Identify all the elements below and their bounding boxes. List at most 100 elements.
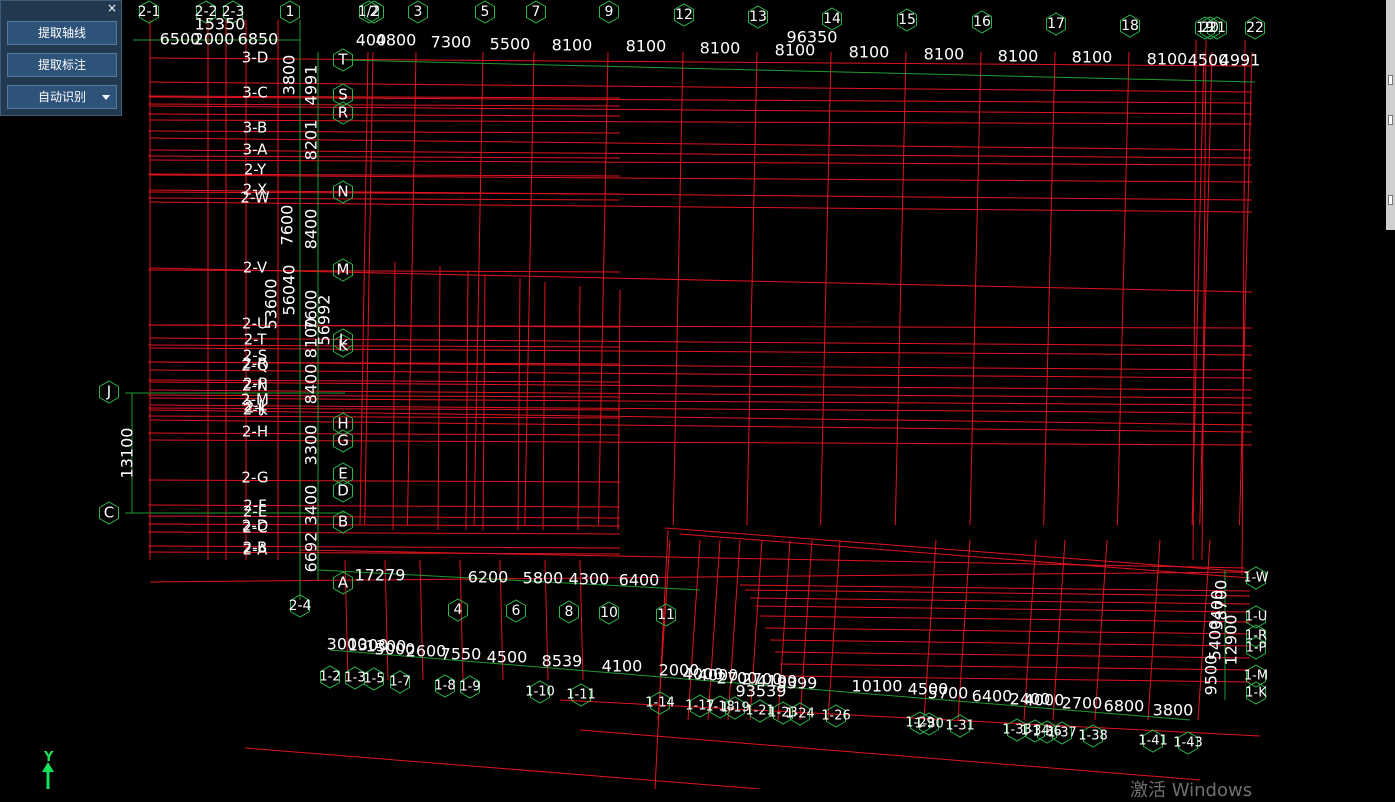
- grid-line-diagonal[interactable]: [244, 747, 761, 789]
- axis-bubble-label: 1-7: [389, 675, 410, 690]
- grid-line-vertical[interactable]: [473, 51, 484, 526]
- grid-line-horizontal[interactable]: [299, 549, 1246, 569]
- grid-line-horizontal[interactable]: [147, 515, 621, 519]
- grid-line-vertical[interactable]: [482, 273, 486, 531]
- cad-drawing-canvas[interactable]: 2-1 2-2 2-3 1 1/22 3 5 7 9 12 13 14 15 16 17 18 192021 22…: [0, 0, 1395, 789]
- dimension-text: 2700: [1062, 694, 1103, 713]
- grid-line-vertical[interactable]: [359, 51, 369, 526]
- grid-line-horizontal[interactable]: [147, 415, 621, 419]
- grid-line-vertical[interactable]: [406, 51, 417, 526]
- scroll-mark-1[interactable]: [1388, 75, 1393, 85]
- grid-line-horizontal[interactable]: [147, 379, 621, 383]
- row-axis-label: 3-C: [242, 84, 267, 102]
- dimension-text: 93539: [736, 682, 787, 701]
- row-axis-label: 3-B: [243, 119, 268, 137]
- vertical-dimension-text: 13100: [118, 428, 137, 479]
- grid-line-horizontal[interactable]: [749, 597, 1251, 605]
- dimension-text: 8100: [998, 47, 1039, 66]
- grid-line-vertical[interactable]: [524, 51, 535, 526]
- grid-line-vertical[interactable]: [364, 51, 374, 526]
- grid-line-vertical[interactable]: [1192, 39, 1197, 561]
- row-axis-label: 2-Q: [241, 357, 268, 375]
- axis-bubble-label: 1-2: [319, 670, 340, 685]
- grid-line-vertical[interactable]: [1116, 51, 1130, 526]
- vertical-dimension-text: 56040: [280, 265, 299, 316]
- grid-line-horizontal[interactable]: [147, 394, 621, 398]
- axis-bubble-label: 1-37: [1047, 726, 1077, 741]
- grid-line-horizontal[interactable]: [779, 663, 1251, 671]
- axis-bubble-label: 1-24: [785, 707, 815, 722]
- axis-bubble-label: 14: [823, 11, 841, 27]
- ucs-y-label: Y: [44, 750, 54, 765]
- grid-line-horizontal[interactable]: [764, 627, 1251, 635]
- grid-line-horizontal[interactable]: [147, 103, 621, 107]
- grid-line-horizontal[interactable]: [147, 504, 621, 508]
- grid-line-horizontal[interactable]: [679, 533, 1251, 579]
- grid-line-vertical[interactable]: [672, 51, 684, 526]
- grid-line-horizontal[interactable]: [147, 479, 621, 483]
- scroll-mark-3[interactable]: [1388, 195, 1393, 205]
- right-scrollbar[interactable]: [1386, 0, 1395, 230]
- axis-bubble-label: 4: [454, 602, 463, 618]
- axis-bubble-label: 2-1: [138, 4, 161, 20]
- grid-line-vertical[interactable]: [517, 277, 521, 531]
- dimension-text: 4991: [1220, 51, 1261, 70]
- grid-line-horizontal[interactable]: [759, 615, 1251, 623]
- grid-line-horizontal[interactable]: [754, 605, 1251, 613]
- grid-line-horizontal[interactable]: [149, 174, 1253, 183]
- dimension-text: 4000: [1024, 691, 1065, 710]
- grid-line-horizontal[interactable]: [147, 197, 621, 201]
- axis-bubble-label: 1-31: [945, 719, 975, 734]
- grid-line-vertical[interactable]: [1241, 39, 1246, 576]
- axis-bubble-label: A: [338, 574, 349, 592]
- grid-line-vertical[interactable]: [1239, 51, 1253, 526]
- dimension-text: 17279: [355, 566, 406, 585]
- grid-line-horizontal[interactable]: [147, 545, 621, 549]
- grid-line-vertical[interactable]: [1199, 51, 1213, 526]
- axis-bubble-label: 3: [414, 4, 423, 20]
- grid-line-horizontal[interactable]: [664, 527, 1251, 573]
- grid-line-vertical[interactable]: [746, 51, 758, 526]
- grid-line-horizontal[interactable]: [147, 523, 621, 527]
- grid-line-horizontal[interactable]: [147, 531, 621, 535]
- grid-line-horizontal[interactable]: [147, 113, 621, 117]
- grid-line-vertical[interactable]: [827, 539, 841, 721]
- grid-line-horizontal[interactable]: [774, 651, 1251, 659]
- axis-bubble-label: 5: [481, 4, 490, 20]
- grid-line-vertical[interactable]: [687, 539, 701, 721]
- grid-line-horizontal[interactable]: [739, 584, 1251, 592]
- dimension-text: 15350: [195, 15, 246, 34]
- grid-line-vertical[interactable]: [654, 529, 669, 789]
- axis-leader[interactable]: [344, 59, 1256, 83]
- grid-line-horizontal[interactable]: [147, 432, 621, 436]
- axis-bubble-label: D: [337, 482, 349, 500]
- grid-line-vertical[interactable]: [707, 539, 721, 721]
- axis-bubble-label: 1-M: [1244, 669, 1268, 684]
- grid-line-horizontal[interactable]: [147, 551, 621, 555]
- grid-line-vertical[interactable]: [419, 559, 424, 681]
- axis-bubble-label: 9: [605, 4, 614, 20]
- grid-line-horizontal[interactable]: [147, 155, 621, 159]
- grid-line-vertical[interactable]: [1147, 539, 1161, 721]
- axis-bubble-label: 8: [565, 604, 574, 620]
- axis-bubble-label: 1-K: [1245, 686, 1267, 701]
- dimension-text: 7300: [431, 33, 472, 52]
- grid-line-horizontal[interactable]: [147, 344, 621, 348]
- grid-line-horizontal[interactable]: [769, 639, 1251, 647]
- grid-line-horizontal[interactable]: [147, 130, 621, 134]
- dimension-text: 8100: [1147, 50, 1188, 69]
- grid-line-vertical[interactable]: [542, 281, 546, 531]
- grid-line-vertical[interactable]: [437, 265, 441, 531]
- dimension-text: 4100: [602, 657, 643, 676]
- grid-line-horizontal[interactable]: [149, 571, 1251, 583]
- scroll-mark-2[interactable]: [1388, 115, 1393, 125]
- grid-line-horizontal[interactable]: [147, 269, 621, 273]
- grid-line-horizontal[interactable]: [149, 267, 1253, 293]
- grid-line-vertical[interactable]: [598, 51, 609, 526]
- grid-line-horizontal[interactable]: [149, 105, 1253, 115]
- grid-line-horizontal[interactable]: [744, 589, 1251, 597]
- axis-bubble-label: C: [104, 504, 114, 522]
- grid-line-vertical[interactable]: [799, 539, 813, 721]
- axis-bubble-label: J: [106, 383, 111, 401]
- vertical-dimension-text: 3400: [302, 485, 321, 526]
